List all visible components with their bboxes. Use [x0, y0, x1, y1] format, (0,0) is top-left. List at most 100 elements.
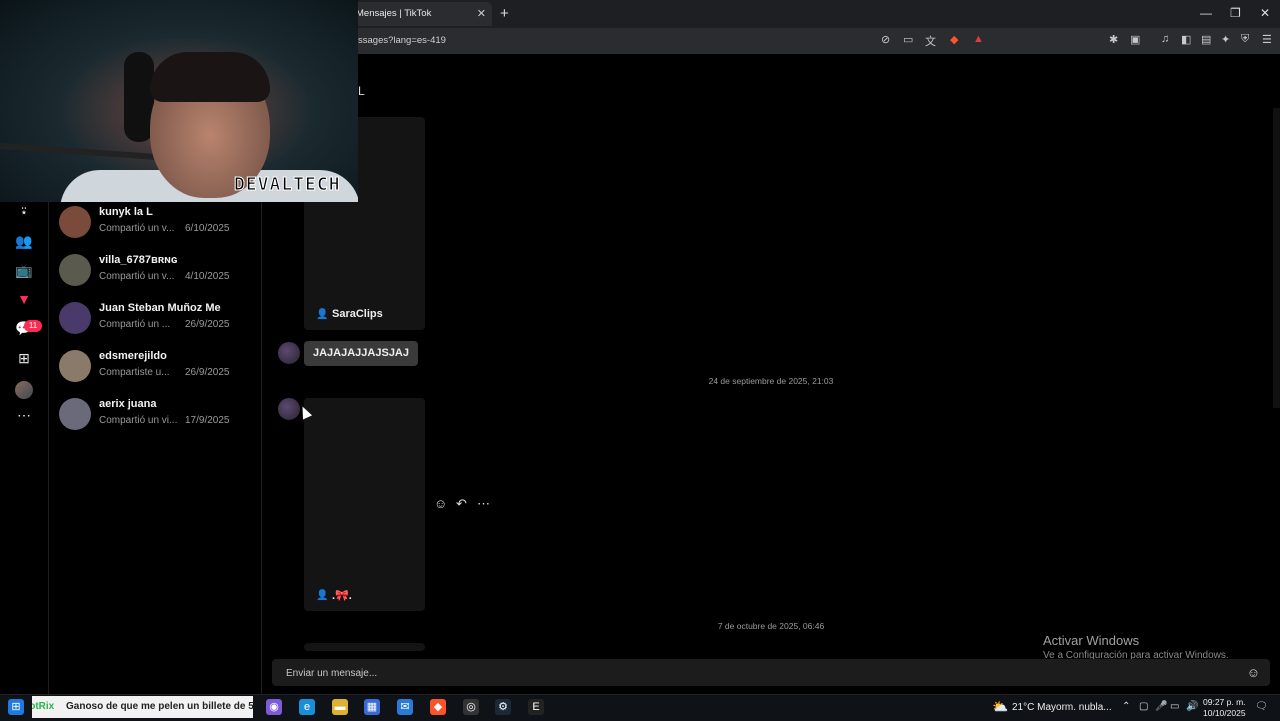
brave-shield-icon[interactable]: ◆ [950, 33, 958, 46]
media-off-icon[interactable]: ⊘ [881, 33, 890, 46]
new-tab-button[interactable]: + [500, 5, 509, 22]
date-separator: 24 de septiembre de 2025, 21:03 [708, 376, 834, 386]
volume-icon[interactable]: 🔊 [1186, 701, 1198, 712]
translate-icon[interactable]: 文 [925, 33, 936, 49]
avatar [59, 254, 91, 286]
conversation-item[interactable]: edsmerejildo Compartiste u... 26/9/2025 [59, 346, 259, 390]
cast-icon[interactable]: ▭ [903, 33, 913, 46]
close-tab-icon[interactable]: ✕ [477, 7, 486, 20]
tray-chevron-icon[interactable]: ⌃ [1122, 701, 1130, 712]
minimize-button[interactable]: — [1200, 6, 1212, 20]
conversation-item[interactable]: aerix juana Compartió un vi... 17/9/2025 [59, 394, 259, 438]
menu-icon[interactable]: ☰ [1262, 33, 1272, 46]
extensions-icon[interactable]: ✱ [1109, 33, 1118, 46]
shared-video-author: SaraClips [332, 308, 383, 320]
store-icon[interactable]: ▦ [364, 699, 380, 715]
live-icon[interactable]: 📺 [14, 262, 34, 282]
webcam-logo: DEVALTECH [234, 174, 341, 196]
conversation-date: 26/9/2025 [185, 319, 230, 330]
more-icon[interactable]: ⋯ [14, 407, 34, 427]
sender-avatar[interactable] [278, 398, 300, 420]
conversation-preview: Compartió un vi... [99, 415, 178, 426]
avatar [59, 350, 91, 382]
conversation-preview: Compartió un v... [99, 223, 175, 234]
avatar [59, 206, 91, 238]
vpn-icon[interactable]: ⛨ [1241, 33, 1249, 46]
sender-avatar[interactable] [278, 342, 300, 364]
react-icon[interactable]: ☺ [434, 496, 447, 511]
conversation-item[interactable]: villa_6787ʙʀɴɢ Compartió un v... 4/10/20… [59, 250, 259, 294]
microphone-icon[interactable]: 🎤 [1155, 701, 1167, 712]
explore-icon[interactable]: ▼ [14, 291, 34, 311]
reply-icon[interactable]: ↶ [456, 496, 467, 512]
conversation-date: 4/10/2025 [185, 271, 230, 282]
conversation-name: villa_6787ʙʀɴɢ [99, 254, 178, 266]
message-bubble[interactable]: JAJAJAJJAJSJAJ [304, 341, 418, 366]
clock-time[interactable]: 09:27 p. m. [1203, 697, 1246, 707]
ticker-message: Ganoso de que me pelen un billete de 50 [66, 701, 253, 712]
copilot-icon[interactable]: ◉ [266, 699, 282, 715]
weather-icon: ⛅ [992, 699, 1009, 714]
network-icon[interactable]: ▭ [1170, 701, 1179, 712]
profile-avatar[interactable] [15, 381, 33, 399]
maximize-button[interactable]: ❐ [1230, 6, 1241, 20]
shared-video-card[interactable] [304, 398, 425, 611]
person-icon: 👤 [316, 309, 329, 320]
chat-scrollbar[interactable] [1273, 108, 1280, 408]
music-icon[interactable]: ♫ [1161, 33, 1169, 45]
mail-icon[interactable]: ✉ [397, 699, 413, 715]
sidebar-icon[interactable]: ◧ [1181, 33, 1191, 46]
friends-icon[interactable]: 👥 [14, 233, 34, 253]
ticker-brand: BotRix [32, 701, 55, 712]
file-explorer-icon[interactable]: ▬ [332, 699, 348, 715]
obs-icon[interactable]: ◎ [463, 699, 479, 715]
conversation-item[interactable]: kunyk la L Compartió un v... 6/10/2025 [59, 202, 259, 246]
conversation-name: aerix juana [99, 398, 157, 410]
conversation-preview: Compartiste u... [99, 367, 170, 378]
tray-app-icon[interactable]: ▢ [1139, 701, 1148, 712]
header-title-fragment: L [358, 84, 365, 98]
conversation-preview: Compartió un ... [99, 319, 171, 330]
shared-video-card[interactable] [304, 643, 425, 651]
conversation-item[interactable]: Juan Steban Muñoz Me Compartió un ... 26… [59, 298, 259, 342]
upload-icon[interactable]: ⊞ [14, 350, 34, 370]
conversation-name: Juan Steban Muñoz Me [99, 302, 221, 314]
add-friend-icon[interactable]: ⍣ [14, 203, 34, 223]
activate-windows-title: Activar Windows [1043, 633, 1140, 648]
conversation-date: 6/10/2025 [185, 223, 230, 234]
clock-date[interactable]: 10/10/2025 [1203, 708, 1246, 718]
weather-text[interactable]: 21°C Mayorm. nubla... [1012, 702, 1112, 713]
browser-tab[interactable]: Mensajes | TikTok ✕ [350, 2, 492, 26]
message-more-icon[interactable]: ⋯ [477, 496, 490, 512]
date-separator: 7 de octubre de 2025, 06:46 [717, 621, 825, 631]
edge-icon[interactable]: e [299, 699, 315, 715]
brave-rewards-icon[interactable]: ▲ [973, 33, 984, 45]
webcam-overlay: DEVALTECH [0, 0, 358, 202]
steam-icon[interactable]: ⚙ [495, 699, 511, 715]
chat-ticker: BotRix Ganoso de que me pelen un billete… [32, 696, 253, 718]
shared-video-author: .🎀. [332, 590, 352, 602]
close-window-button[interactable]: ✕ [1260, 6, 1270, 20]
message-input[interactable] [284, 659, 1228, 688]
conversation-name: kunyk la L [99, 206, 153, 218]
leo-ai-icon[interactable]: ✦ [1221, 33, 1230, 46]
conversation-list: kunyk la L Compartió un v... 6/10/2025 v… [49, 200, 262, 694]
wallet-icon[interactable]: ▤ [1201, 33, 1211, 46]
epic-games-icon[interactable]: E [528, 699, 544, 715]
message-composer: ☺ [272, 659, 1270, 688]
person-icon: 👤 [316, 590, 329, 601]
brave-icon[interactable]: ◆ [430, 699, 446, 715]
emoji-icon[interactable]: ☺ [1247, 665, 1260, 680]
start-icon[interactable]: ⊞ [8, 699, 24, 715]
conversation-date: 17/9/2025 [185, 415, 230, 426]
tab-title: Mensajes | TikTok [356, 8, 432, 19]
avatar [59, 398, 91, 430]
avatar [59, 302, 91, 334]
conversation-name: edsmerejildo [99, 350, 167, 362]
tab-search-icon[interactable]: ▣ [1130, 33, 1140, 46]
messages-badge: 11 [24, 320, 42, 332]
conversation-date: 26/9/2025 [185, 367, 230, 378]
streamer-hair [150, 52, 270, 102]
notifications-icon[interactable]: 🗨 [1255, 701, 1268, 712]
url-field[interactable]: ssages?lang=es-419 [358, 35, 446, 46]
